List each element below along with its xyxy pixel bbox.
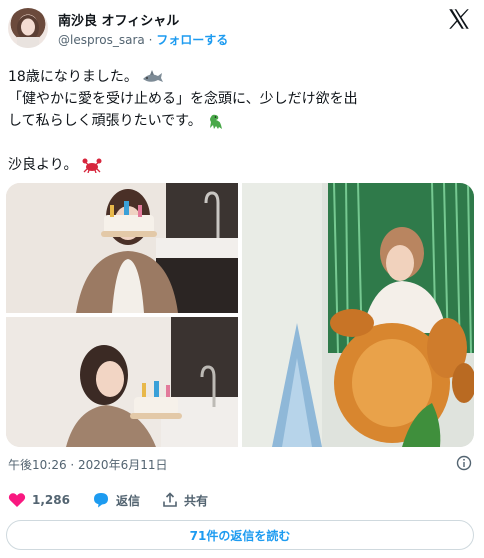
share-icon xyxy=(163,492,177,507)
share-label: 共有 xyxy=(183,493,208,508)
info-icon[interactable] xyxy=(456,455,472,471)
tweet-line-1: 18歳になりました。 xyxy=(8,69,138,85)
handle[interactable]: @lespros_sara xyxy=(58,33,145,47)
display-name[interactable]: 南沙良 オフィシャル xyxy=(58,10,179,29)
tweet-header: 南沙良 オフィシャル @lespros_sara · フォローする xyxy=(0,0,484,60)
separator-dot: · xyxy=(148,33,153,47)
tweet-line-2: 「健やかに愛を受け止める」を念頭に、少しだけ欲を出 xyxy=(8,91,358,107)
tweet-timestamp[interactable]: 午後10:26 · 2020年6月11日 xyxy=(8,456,167,473)
tweet-line-4: 沙良より。 xyxy=(8,157,78,173)
action-bar: 1,286 返信 共有 xyxy=(8,488,230,512)
photo-cake-top[interactable] xyxy=(6,183,238,313)
share-button[interactable]: 共有 xyxy=(162,492,208,509)
photo-dinosaur-balloons[interactable] xyxy=(242,183,474,447)
reply-button[interactable]: 返信 xyxy=(92,492,140,509)
heart-icon xyxy=(8,493,26,507)
like-count: 1,286 xyxy=(32,493,70,507)
shark-emoji-icon xyxy=(143,70,164,82)
tweet-line-3: して私らしく頑張りたいです。 xyxy=(8,113,202,129)
avatar[interactable] xyxy=(8,8,48,48)
tweet-text: 18歳になりました。 「健やかに愛を受け止める」を念頭に、少しだけ欲を出 して私… xyxy=(8,66,478,176)
reply-label: 返信 xyxy=(115,493,140,508)
photo-cake-bottom[interactable] xyxy=(6,317,238,447)
follow-button[interactable]: フォローする xyxy=(156,33,228,47)
speech-bubble-icon xyxy=(93,493,108,508)
x-logo-icon[interactable] xyxy=(446,6,472,32)
media-grid xyxy=(6,183,474,447)
handle-row: @lespros_sara · フォローする xyxy=(58,31,228,48)
read-replies-button[interactable]: 71件の返信を読む xyxy=(6,520,474,550)
crab-emoji-icon xyxy=(82,158,102,173)
like-button[interactable]: 1,286 xyxy=(8,492,70,508)
dinosaur-emoji-icon xyxy=(210,114,223,129)
